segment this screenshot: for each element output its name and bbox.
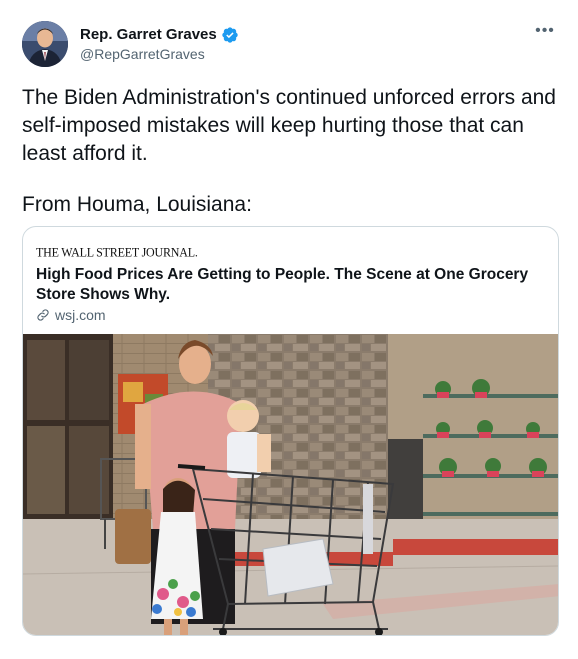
link-card[interactable]: THE WALL STREET JOURNAL. High Food Price…	[22, 226, 559, 636]
link-icon	[36, 308, 50, 322]
tweet-text-paragraph: From Houma, Louisiana:	[22, 193, 252, 216]
tweet[interactable]: Rep. Garret Graves @RepGarretGraves ••• …	[0, 0, 578, 659]
tweet-text: The Biden Administration's continued unf…	[22, 84, 562, 219]
user-handle[interactable]: @RepGarretGraves	[80, 46, 239, 62]
link-card-domain-row: wsj.com	[36, 307, 106, 323]
more-options-button[interactable]: •••	[534, 22, 556, 42]
author-block: Rep. Garret Graves @RepGarretGraves	[80, 25, 239, 62]
link-card-meta: THE WALL STREET JOURNAL. High Food Price…	[23, 227, 558, 334]
display-name[interactable]: Rep. Garret Graves	[80, 26, 217, 43]
verified-badge-icon	[221, 26, 239, 44]
name-row: Rep. Garret Graves	[80, 25, 239, 44]
avatar-image	[22, 21, 68, 67]
publisher-logo: THE WALL STREET JOURNAL.	[36, 244, 198, 260]
more-horizontal-icon: •••	[535, 22, 555, 39]
tweet-text-paragraph: The Biden Administration's continued unf…	[22, 86, 556, 165]
link-card-domain: wsj.com	[55, 307, 106, 323]
link-card-headline[interactable]: High Food Prices Are Getting to People. …	[36, 265, 536, 305]
avatar[interactable]	[22, 21, 68, 67]
grocery-store-photo	[23, 334, 558, 635]
link-card-image[interactable]	[23, 334, 558, 635]
